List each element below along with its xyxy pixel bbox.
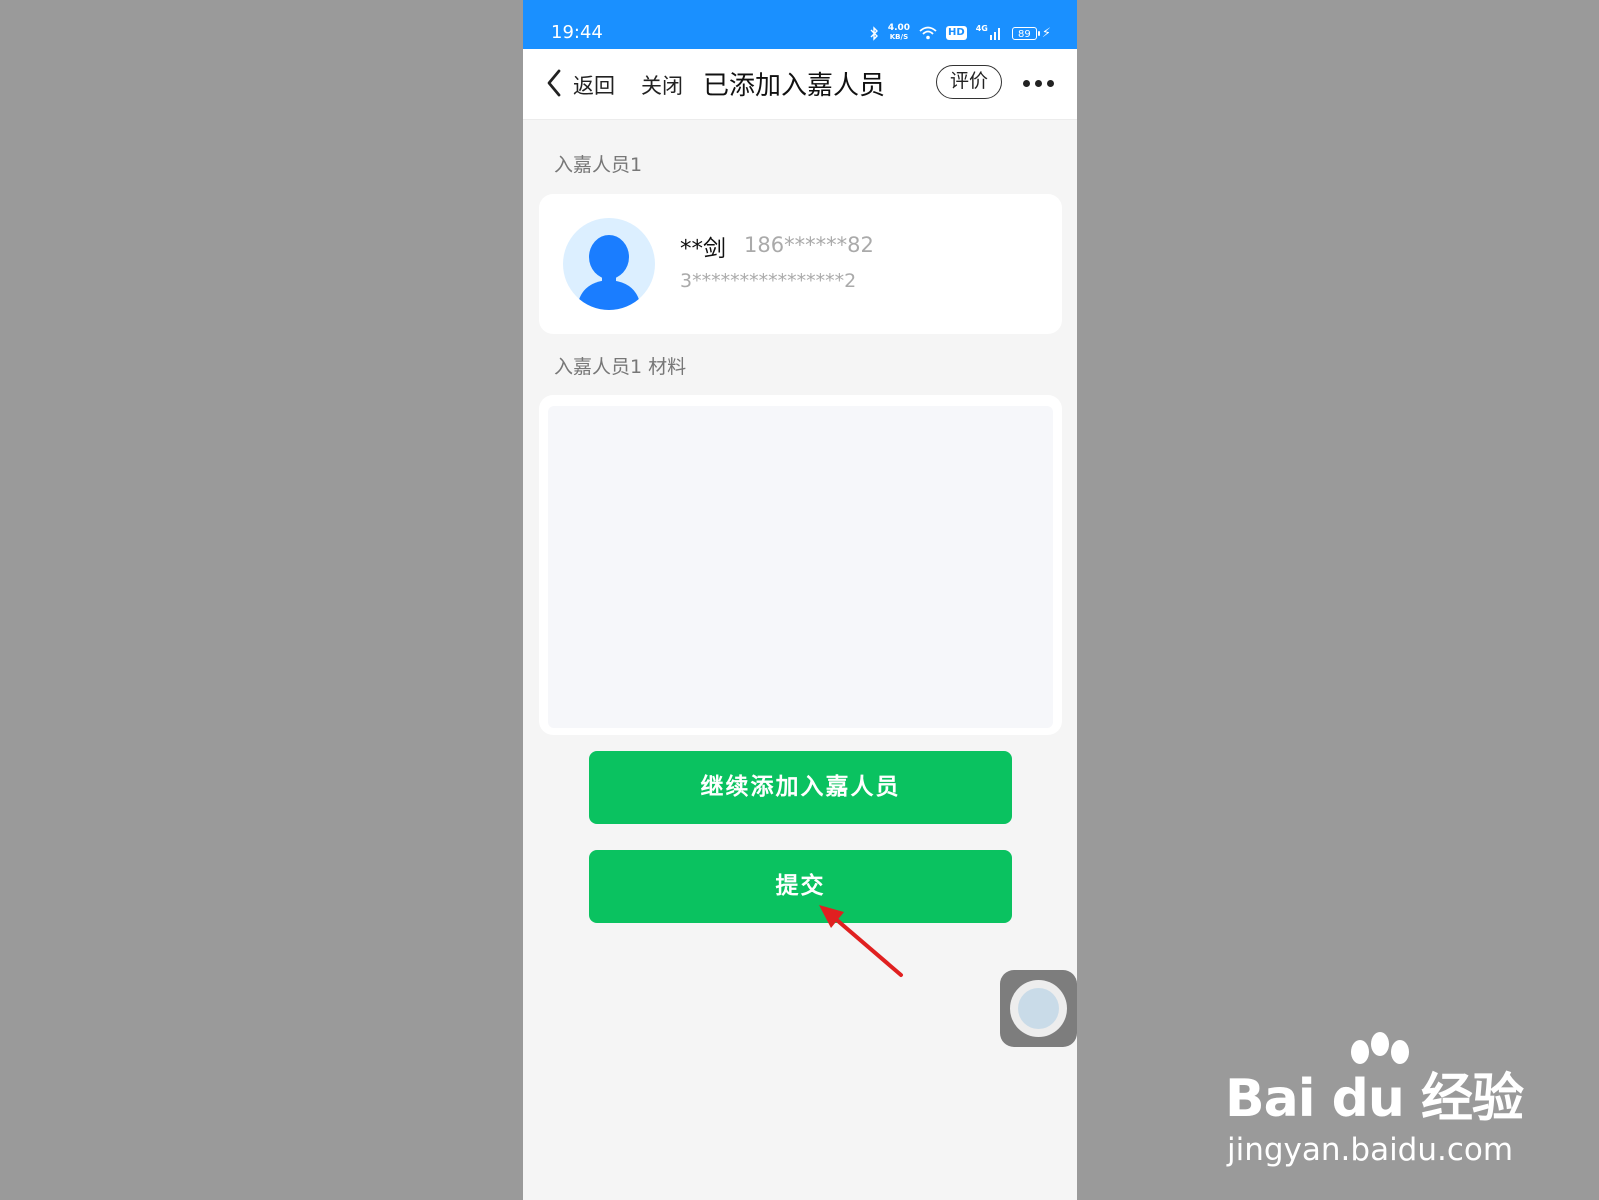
watermark-url: jingyan.baidu.com	[1227, 1132, 1514, 1168]
phone-screen: 19:44 4.00 KB/S HD 4G 89 ⚡ 返回 关闭 已添加入嘉人员…	[523, 0, 1077, 1200]
floating-assistive-button[interactable]	[1000, 970, 1077, 1047]
watermark-logo: Bai du 经验	[1225, 1069, 1524, 1129]
annotation-arrow	[819, 905, 903, 977]
